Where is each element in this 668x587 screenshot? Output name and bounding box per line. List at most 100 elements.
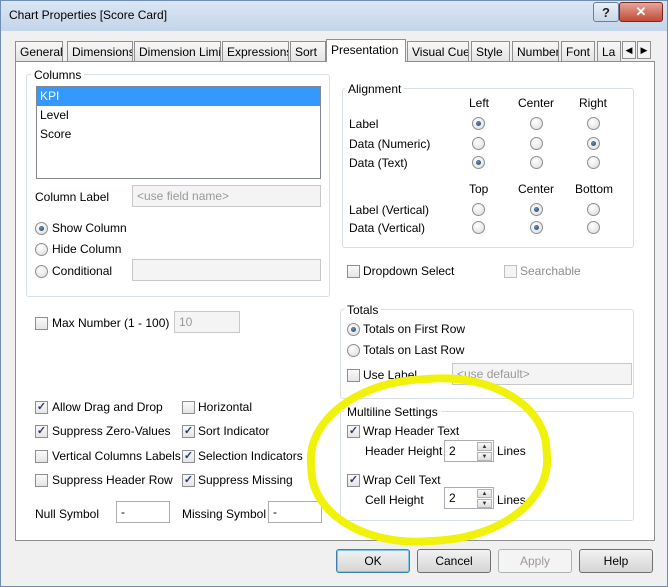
- label-center-radio[interactable]: [530, 117, 543, 130]
- dropdown-select-checkbox[interactable]: [347, 265, 360, 278]
- column-label-input[interactable]: <use field name>: [132, 185, 321, 207]
- spin-down-icon[interactable]: ▼: [477, 452, 492, 461]
- searchable-checkbox[interactable]: [504, 265, 517, 278]
- label-right-radio[interactable]: [587, 117, 600, 130]
- selection-indicators-checkbox[interactable]: ✓: [182, 450, 195, 463]
- horizontal-label: Horizontal: [198, 400, 253, 414]
- list-item[interactable]: KPI: [37, 87, 320, 106]
- numeric-center-radio[interactable]: [530, 137, 543, 150]
- spin-down-icon[interactable]: ▼: [477, 499, 492, 508]
- help-title-button[interactable]: ?: [593, 2, 619, 22]
- header-height-stepper[interactable]: 2 ▲ ▼: [444, 440, 494, 462]
- vertical-labels-checkbox[interactable]: [35, 450, 48, 463]
- conditional-radio[interactable]: [35, 265, 48, 278]
- cell-height-label: Cell Height: [365, 493, 424, 507]
- show-column-label: Show Column: [52, 221, 127, 235]
- suppress-zero-checkbox[interactable]: ✓: [35, 425, 48, 438]
- suppress-missing-label: Suppress Missing: [198, 473, 293, 487]
- tab-scroll-right-icon[interactable]: ▶: [637, 41, 651, 59]
- max-number-label: Max Number (1 - 100): [52, 316, 170, 330]
- numeric-right-radio[interactable]: [587, 137, 600, 150]
- label-vertical-bottom-radio[interactable]: [587, 203, 600, 216]
- show-column-radio[interactable]: [35, 222, 48, 235]
- align-center-header: Center: [518, 96, 555, 110]
- allow-drag-drop-checkbox[interactable]: ✓: [35, 401, 48, 414]
- null-symbol-input[interactable]: -: [116, 501, 170, 523]
- align-data-text-row: Data (Text): [349, 156, 408, 170]
- tab-expressions[interactable]: Expressions: [222, 41, 289, 61]
- data-vertical-center-radio[interactable]: [530, 221, 543, 234]
- align-label-vertical-row: Label (Vertical): [349, 203, 430, 217]
- tab-general[interactable]: General: [15, 41, 63, 61]
- list-item[interactable]: Score: [37, 125, 320, 144]
- suppress-zero-label: Suppress Zero-Values: [52, 424, 171, 438]
- header-height-value: 2: [449, 444, 456, 458]
- align-left-header: Left: [469, 96, 490, 110]
- use-label-input[interactable]: <use default>: [452, 363, 632, 385]
- label-vertical-top-radio[interactable]: [472, 203, 485, 216]
- totals-last-row-label: Totals on Last Row: [363, 343, 465, 357]
- numeric-left-radio[interactable]: [472, 137, 485, 150]
- cancel-button[interactable]: Cancel: [417, 549, 491, 573]
- label-vertical-center-radio[interactable]: [530, 203, 543, 216]
- align-label-row: Label: [349, 117, 379, 131]
- tab-dimensions[interactable]: Dimensions: [67, 41, 133, 61]
- help-button[interactable]: Help: [579, 549, 653, 573]
- presentation-panel: Columns KPI Level Score Column Label <us…: [15, 61, 655, 541]
- sort-indicator-label: Sort Indicator: [198, 424, 270, 438]
- totals-first-row-radio[interactable]: [347, 323, 360, 336]
- align-top-header: Top: [469, 182, 489, 196]
- columns-group-label: Columns: [31, 68, 85, 82]
- sort-indicator-checkbox[interactable]: ✓: [182, 425, 195, 438]
- apply-button[interactable]: Apply: [498, 549, 572, 573]
- tab-style[interactable]: Style: [471, 41, 510, 61]
- suppress-missing-checkbox[interactable]: ✓: [182, 474, 195, 487]
- text-center-radio[interactable]: [530, 156, 543, 169]
- dropdown-select-label: Dropdown Select: [363, 264, 455, 278]
- suppress-header-checkbox[interactable]: [35, 474, 48, 487]
- tab-number[interactable]: Number: [512, 41, 559, 61]
- spin-up-icon[interactable]: ▲: [477, 442, 492, 451]
- tab-presentation[interactable]: Presentation: [326, 39, 406, 62]
- use-label-checkbox[interactable]: [347, 369, 360, 382]
- close-icon[interactable]: ✕: [619, 2, 663, 22]
- column-label-text: Column Label: [35, 190, 110, 204]
- hide-column-radio[interactable]: [35, 243, 48, 256]
- multiline-group-label: Multiline Settings: [344, 405, 441, 419]
- tab-dimension-limits[interactable]: Dimension Limits: [134, 41, 221, 61]
- columns-list[interactable]: KPI Level Score: [36, 86, 321, 179]
- selection-indicators-label: Selection Indicators: [198, 449, 303, 463]
- wrap-header-label: Wrap Header Text: [363, 424, 460, 438]
- dialog-window: Chart Properties [Score Card] ? ✕ Genera…: [0, 0, 668, 587]
- conditional-input[interactable]: [132, 259, 321, 281]
- tab-font[interactable]: Font: [561, 41, 595, 61]
- hide-column-label: Hide Column: [52, 242, 122, 256]
- data-vertical-top-radio[interactable]: [472, 221, 485, 234]
- max-number-checkbox[interactable]: [35, 317, 48, 330]
- text-left-radio[interactable]: [472, 156, 485, 169]
- text-right-radio[interactable]: [587, 156, 600, 169]
- data-vertical-bottom-radio[interactable]: [587, 221, 600, 234]
- wrap-header-checkbox[interactable]: ✓: [347, 425, 360, 438]
- window-title: Chart Properties [Score Card]: [9, 8, 168, 22]
- wrap-cell-checkbox[interactable]: ✓: [347, 474, 360, 487]
- cell-height-stepper[interactable]: 2 ▲ ▼: [444, 487, 494, 509]
- ok-button[interactable]: OK: [336, 549, 410, 573]
- align-vcenter-header: Center: [518, 182, 555, 196]
- label-left-radio[interactable]: [472, 117, 485, 130]
- max-number-input[interactable]: 10: [174, 311, 240, 333]
- tab-layout[interactable]: La: [597, 41, 621, 61]
- horizontal-checkbox[interactable]: [182, 401, 195, 414]
- list-item[interactable]: Level: [37, 106, 320, 125]
- tab-sort[interactable]: Sort: [290, 41, 326, 61]
- tab-scroll-left-icon[interactable]: ◀: [622, 41, 636, 59]
- suppress-header-label: Suppress Header Row: [52, 473, 173, 487]
- use-label-label: Use Label: [363, 368, 418, 382]
- cell-lines-label: Lines: [497, 493, 526, 507]
- tab-visual-cues[interactable]: Visual Cues: [407, 41, 469, 61]
- totals-last-row-radio[interactable]: [347, 344, 360, 357]
- missing-symbol-input[interactable]: -: [268, 501, 322, 523]
- searchable-label: Searchable: [520, 264, 581, 278]
- spin-up-icon[interactable]: ▲: [477, 489, 492, 498]
- wrap-cell-label: Wrap Cell Text: [363, 473, 441, 487]
